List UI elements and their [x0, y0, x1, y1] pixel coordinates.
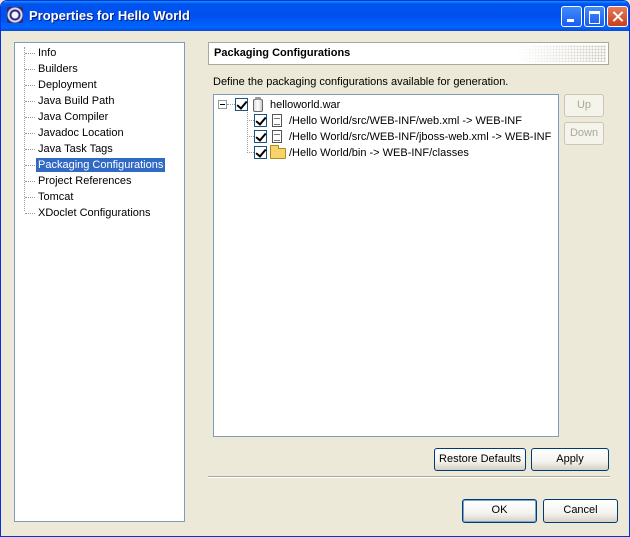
cancel-button[interactable]: Cancel [543, 499, 618, 523]
bin-checkbox[interactable] [254, 146, 267, 159]
jboss-web-xml-checkbox[interactable] [254, 130, 267, 143]
nav-item-label: Java Build Path [38, 95, 115, 107]
nav-item-tomcat[interactable]: Tomcat [15, 189, 184, 205]
properties-dialog: Properties for Hello World Info Builders… [0, 0, 630, 537]
nav-item-java-build-path[interactable]: Java Build Path [15, 93, 184, 109]
nav-item-label: Tomcat [38, 191, 74, 203]
nav-item-label: Info [38, 47, 57, 59]
tree-connector [25, 53, 35, 54]
tree-connector [25, 165, 35, 166]
nav-item-label: Javadoc Location [38, 127, 124, 139]
header-decoration [516, 45, 606, 62]
tree-connector [25, 133, 35, 134]
tree-item-label: /Hello World/src/WEB-INF/jboss-web.xml -… [289, 131, 552, 143]
tree-item-label: /Hello World/src/WEB-INF/web.xml -> WEB-… [289, 115, 522, 127]
folder-icon [270, 145, 286, 159]
nav-item-project-references[interactable]: Project References [15, 173, 184, 189]
up-button[interactable]: Up [564, 94, 604, 117]
packaging-tree[interactable]: helloworld.war /Hello World/src/WEB-INF/… [213, 94, 559, 437]
page-description: Define the packaging configurations avai… [213, 76, 509, 88]
file-icon [272, 130, 282, 143]
apply-button[interactable]: Apply [531, 448, 609, 471]
nav-item-label: Java Task Tags [38, 143, 113, 155]
tree-item-jboss-web-xml[interactable]: /Hello World/src/WEB-INF/jboss-web.xml -… [214, 129, 558, 145]
close-icon[interactable] [607, 6, 628, 27]
nav-item-xdoclet-configurations[interactable]: XDoclet Configurations [15, 205, 184, 221]
web-xml-checkbox[interactable] [254, 114, 267, 127]
tree-item-label: helloworld.war [270, 99, 341, 111]
tree-item-web-xml[interactable]: /Hello World/src/WEB-INF/web.xml -> WEB-… [214, 113, 558, 129]
property-page-tree[interactable]: Info Builders Deployment Java Build Path… [14, 42, 185, 522]
nav-item-label: XDoclet Configurations [38, 207, 151, 219]
tree-item-bin[interactable]: /Hello World/bin -> WEB-INF/classes [214, 145, 558, 161]
war-checkbox[interactable] [235, 98, 248, 111]
window-title: Properties for Hello World [29, 8, 190, 23]
restore-defaults-button[interactable]: Restore Defaults [434, 448, 526, 471]
nav-item-packaging-configurations[interactable]: Packaging Configurations [15, 157, 184, 173]
tree-connector [25, 101, 35, 102]
down-button[interactable]: Down [564, 122, 604, 145]
nav-item-label: Java Compiler [38, 111, 109, 123]
minimize-icon[interactable] [561, 6, 582, 27]
nav-item-info[interactable]: Info [15, 45, 184, 61]
page-title: Packaging Configurations [214, 47, 351, 59]
nav-item-builders[interactable]: Builders [15, 61, 184, 77]
nav-item-label: Deployment [38, 79, 97, 91]
separator [208, 476, 610, 478]
tree-connector [25, 85, 35, 86]
nav-item-javadoc-location[interactable]: Javadoc Location [15, 125, 184, 141]
tree-connector [25, 181, 35, 182]
page-header: Packaging Configurations [208, 42, 609, 65]
nav-item-label: Builders [38, 63, 78, 75]
nav-item-java-task-tags[interactable]: Java Task Tags [15, 141, 184, 157]
file-icon [272, 114, 282, 127]
tree-connector [25, 149, 35, 150]
nav-item-label: Packaging Configurations [36, 158, 166, 172]
ok-button[interactable]: OK [462, 499, 537, 523]
jar-icon [253, 97, 263, 112]
nav-item-label: Project References [38, 175, 132, 187]
tree-item-war[interactable]: helloworld.war [214, 97, 558, 113]
collapse-icon[interactable] [218, 100, 227, 109]
nav-item-deployment[interactable]: Deployment [15, 77, 184, 93]
tree-item-label: /Hello World/bin -> WEB-INF/classes [289, 147, 469, 159]
tree-connector [25, 213, 35, 214]
eclipse-icon [7, 7, 23, 23]
title-bar[interactable]: Properties for Hello World [1, 1, 629, 31]
tree-connector [25, 117, 35, 118]
tree-connector [25, 197, 35, 198]
maximize-icon[interactable] [584, 6, 605, 27]
nav-item-java-compiler[interactable]: Java Compiler [15, 109, 184, 125]
tree-connector [25, 69, 35, 70]
